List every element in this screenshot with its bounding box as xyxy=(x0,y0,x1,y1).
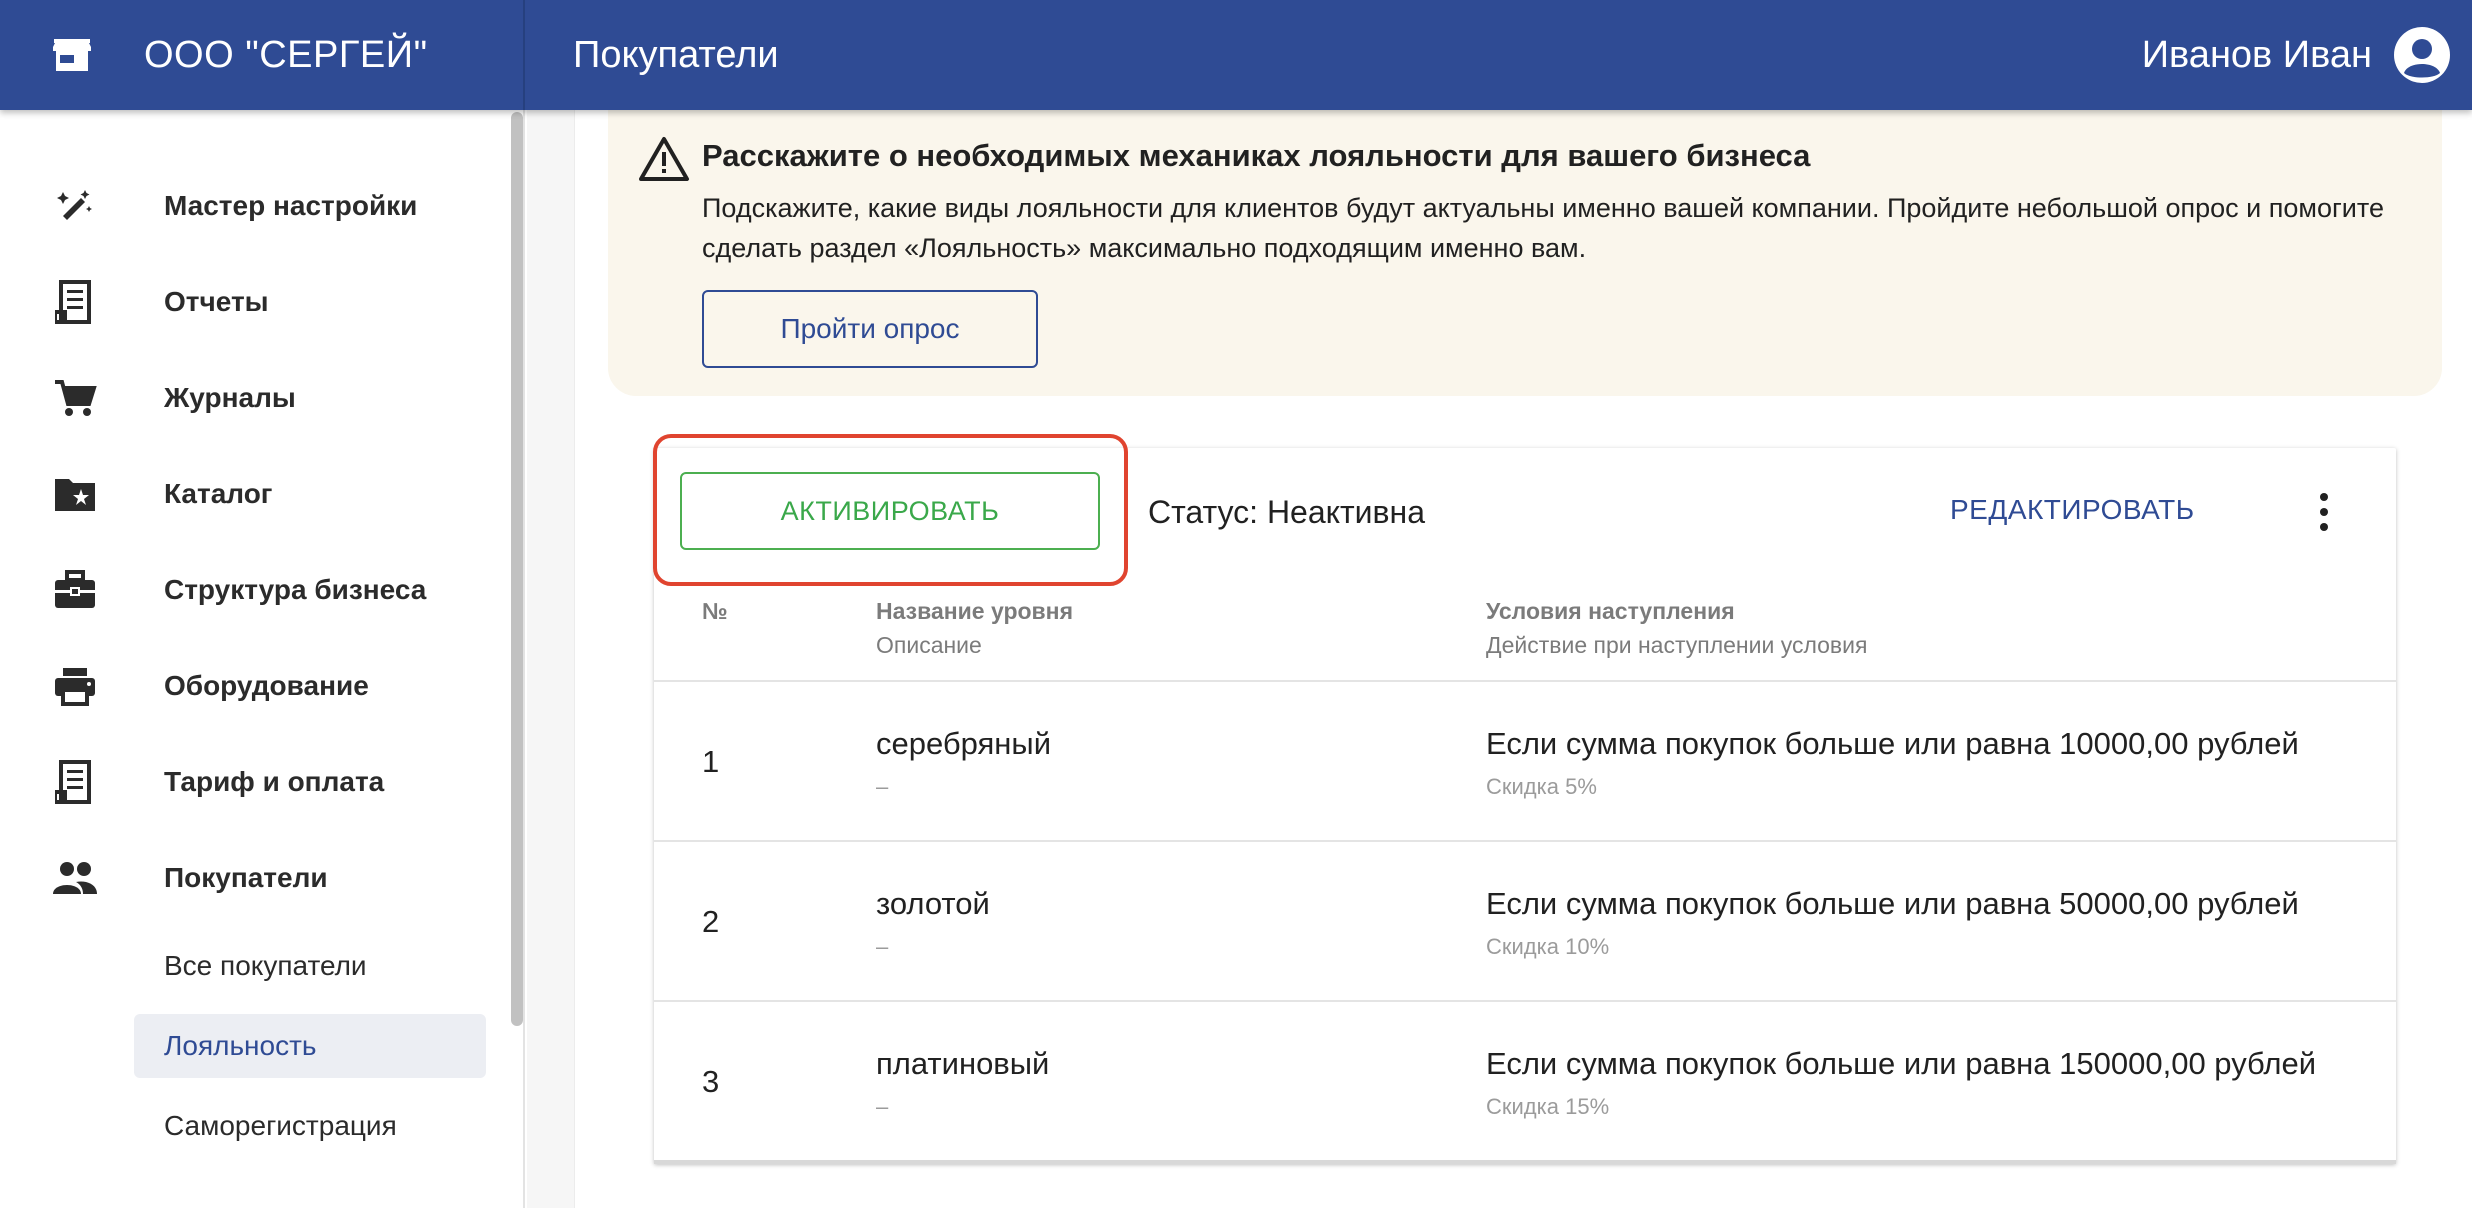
column-header-level-name: Название уровня xyxy=(876,598,1073,624)
table-row[interactable]: 3 платиновый – Если сумма покупок больше… xyxy=(654,1000,2396,1160)
sidebar-item-label: Тариф и оплата xyxy=(164,766,385,797)
card-bottom-border xyxy=(654,1160,2396,1164)
briefcase-icon xyxy=(52,567,98,613)
page-title: Покупатели xyxy=(573,33,779,76)
sidebar-item-label: Оборудование xyxy=(164,670,369,701)
column-header-conditions: Условия наступления xyxy=(1486,598,1735,624)
user-menu[interactable]: Иванов Иван xyxy=(2142,0,2450,110)
column-header-description: Описание xyxy=(876,632,982,658)
sidebar-item-equipment[interactable]: Оборудование xyxy=(0,638,500,734)
app-bar-brand: ООО "СЕРГЕЙ" xyxy=(0,0,525,110)
sidebar-subitem-self-registration[interactable]: Саморегистрация xyxy=(134,1094,486,1158)
sidebar-scrollbar[interactable] xyxy=(511,112,523,1026)
magic-wand-icon xyxy=(52,183,98,229)
table-row[interactable]: 2 золотой – Если сумма покупок больше ил… xyxy=(654,840,2396,1000)
level-condition: Если сумма покупок больше или равна 1000… xyxy=(1486,726,2299,761)
sidebar-subitem-label: Все покупатели xyxy=(164,950,367,981)
column-header-action: Действие при наступлении условия xyxy=(1486,632,1868,658)
sidebar-item-label: Отчеты xyxy=(164,286,269,317)
level-name: платиновый xyxy=(876,1046,1050,1081)
sidebar-item-customers[interactable]: Покупатели xyxy=(0,830,500,926)
banner-text: Подскажите, какие виды лояльности для кл… xyxy=(702,193,2384,263)
level-condition: Если сумма покупок больше или равна 5000… xyxy=(1486,886,2299,921)
user-name[interactable]: Иванов Иван xyxy=(2142,34,2372,77)
app-bar: ООО "СЕРГЕЙ" Покупатели Иванов Иван xyxy=(0,0,2472,110)
table-row[interactable]: 1 серебряный – Если сумма покупок больше… xyxy=(654,680,2396,840)
cart-icon xyxy=(52,375,98,421)
company-name: ООО "СЕРГЕЙ" xyxy=(144,33,428,76)
sidebar-item-label: Структура бизнеса xyxy=(164,574,427,605)
level-description: – xyxy=(876,934,889,959)
level-action: Скидка 5% xyxy=(1486,774,1597,799)
store-icon[interactable] xyxy=(50,33,94,77)
banner-title: Расскажите о необходимых механиках лояль… xyxy=(702,138,1811,173)
loyalty-survey-banner: Расскажите о необходимых механиках лояль… xyxy=(608,110,2442,396)
sidebar-item-journals[interactable]: Журналы xyxy=(0,350,500,446)
sidebar-item-business-structure[interactable]: Структура бизнеса xyxy=(0,542,500,638)
sidebar-item-reports[interactable]: Отчеты xyxy=(0,254,500,350)
level-action: Скидка 15% xyxy=(1486,1094,1610,1119)
level-number: 1 xyxy=(702,744,720,779)
level-number: 3 xyxy=(702,1064,720,1099)
loyalty-status: Статус: Неактивна xyxy=(1148,494,1425,530)
people-icon xyxy=(52,855,98,901)
activate-button[interactable]: АКТИВИРОВАТЬ xyxy=(680,472,1100,550)
folder-star-icon xyxy=(52,471,98,517)
more-vert-icon[interactable] xyxy=(2314,484,2334,540)
column-header-number: № xyxy=(702,598,728,624)
receipt-icon xyxy=(52,759,98,805)
sidebar-item-catalog[interactable]: Каталог xyxy=(0,446,500,542)
sidebar-item-label: Мастер настройки xyxy=(164,190,418,221)
avatar-icon[interactable] xyxy=(2394,27,2450,83)
sidebar-item-label: Журналы xyxy=(164,382,296,413)
sidebar-subitem-all-customers[interactable]: Все покупатели xyxy=(134,934,486,998)
level-condition: Если сумма покупок больше или равна 1500… xyxy=(1486,1046,2317,1081)
sidebar-subitem-loyalty[interactable]: Лояльность xyxy=(134,1014,486,1078)
sidebar: Мастер настройки Отчеты Журналы Каталог … xyxy=(0,110,525,1208)
main-left-rail xyxy=(527,110,575,1208)
level-name: серебряный xyxy=(876,726,1052,761)
level-name: золотой xyxy=(876,886,990,921)
warning-icon xyxy=(638,136,690,184)
level-action: Скидка 10% xyxy=(1486,934,1610,959)
level-number: 2 xyxy=(702,904,720,939)
edit-button[interactable]: РЕДАКТИРОВАТЬ xyxy=(1950,494,2195,526)
sidebar-subitem-label: Лояльность xyxy=(164,1030,317,1061)
level-description: – xyxy=(876,774,889,799)
sidebar-subitem-label: Саморегистрация xyxy=(164,1110,397,1141)
sidebar-item-tariff[interactable]: Тариф и оплата xyxy=(0,734,500,830)
take-survey-button[interactable]: Пройти опрос xyxy=(702,290,1038,368)
sidebar-item-label: Покупатели xyxy=(164,862,328,893)
sidebar-item-setup-wizard[interactable]: Мастер настройки xyxy=(0,158,500,254)
printer-icon xyxy=(52,663,98,709)
receipt-icon xyxy=(52,279,98,325)
sidebar-item-label: Каталог xyxy=(164,478,273,509)
level-description: – xyxy=(876,1094,889,1119)
